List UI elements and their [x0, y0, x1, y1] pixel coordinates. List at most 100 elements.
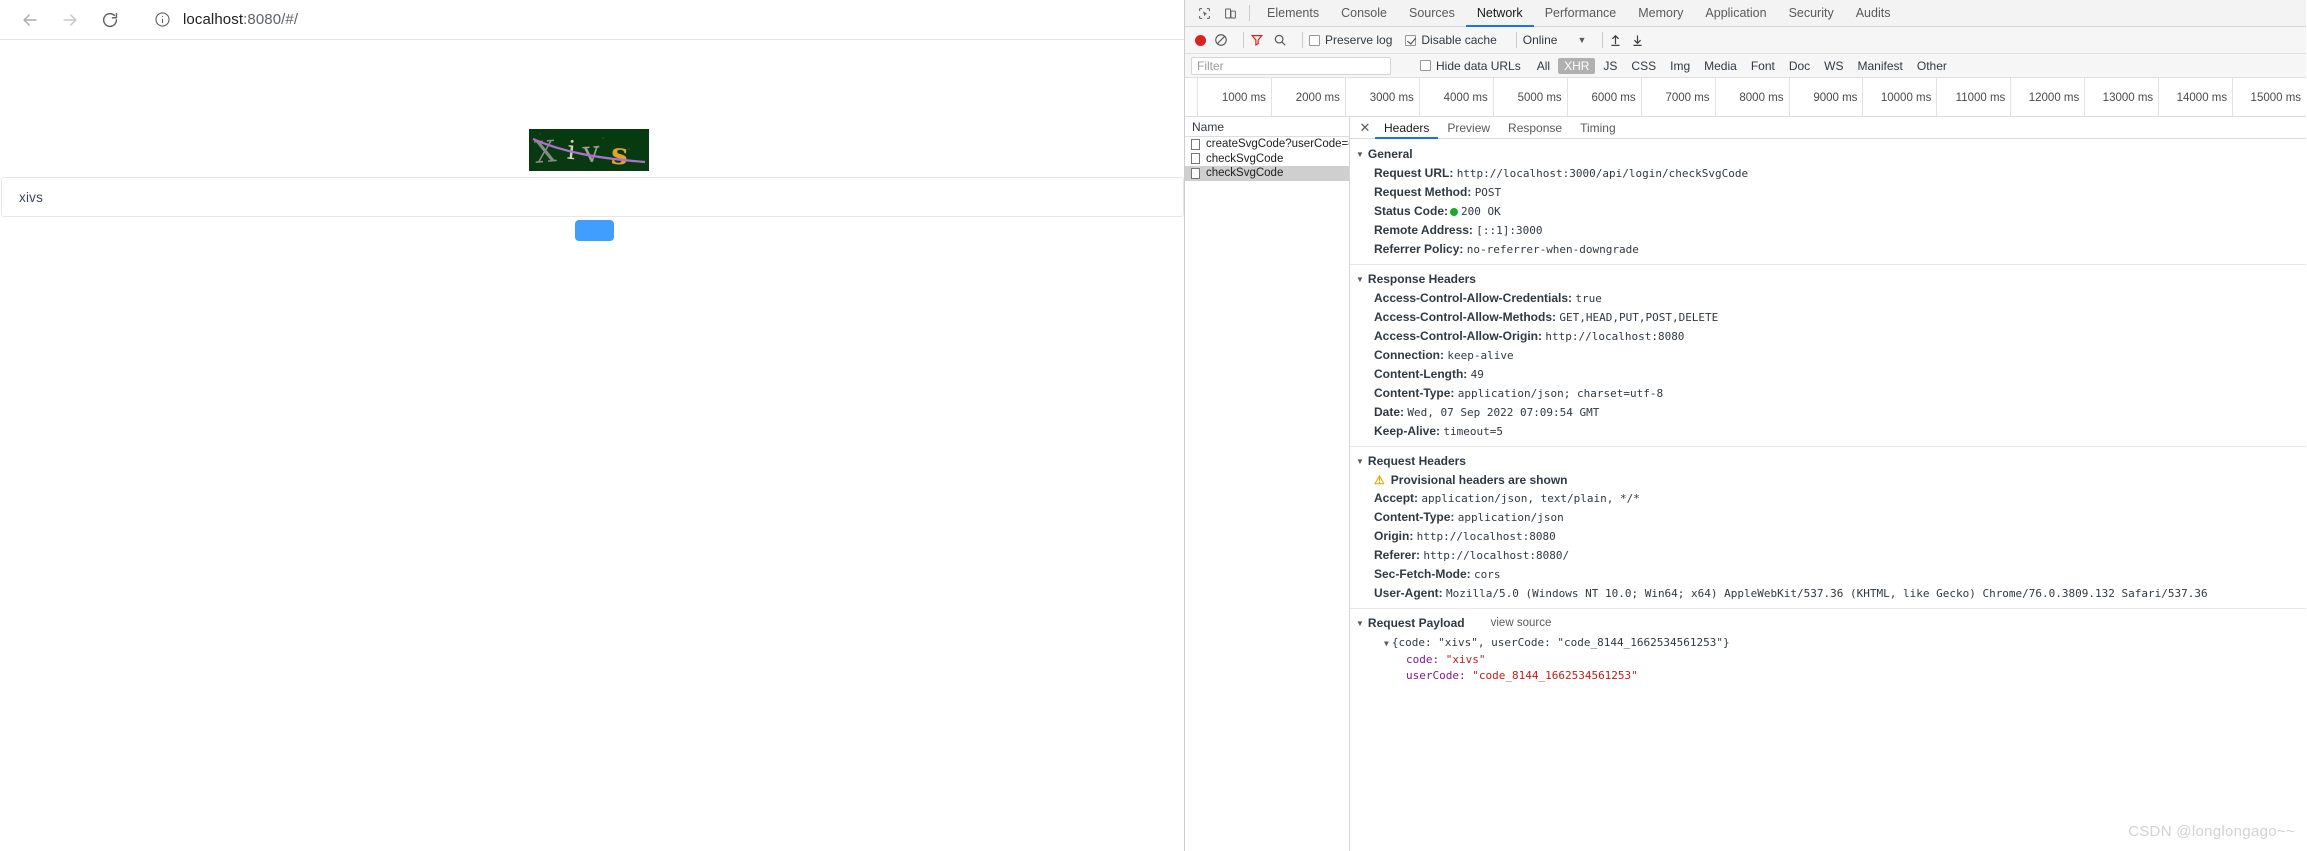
toolbar-divider [1243, 32, 1244, 48]
captcha-code-input-value: xivs [19, 189, 44, 205]
section-response-headers-header[interactable]: ▼ Response Headers [1350, 270, 2306, 289]
close-icon[interactable]: ✕ [1355, 120, 1375, 136]
filter-type-all[interactable]: All [1531, 58, 1556, 74]
devtools-tab-memory[interactable]: Memory [1627, 0, 1694, 27]
resp-header-acac: Access-Control-Allow-Credentials: true [1350, 289, 2306, 308]
reload-icon[interactable] [90, 5, 130, 35]
captcha-image[interactable]: X i v s [529, 129, 649, 171]
search-icon[interactable] [1273, 33, 1287, 47]
request-row-check-svg-code-2[interactable]: checkSvgCode [1185, 166, 1349, 181]
timeline-tick: 6000 ms [1566, 78, 1641, 116]
filter-type-other[interactable]: Other [1911, 58, 1953, 74]
detail-tab-response[interactable]: Response [1499, 117, 1571, 139]
kv-value: application/json, text/plain, */* [1421, 492, 1640, 505]
section-request-headers-header[interactable]: ▼ Request Headers [1350, 452, 2306, 471]
devtools-tab-network[interactable]: Network [1466, 0, 1534, 27]
filter-type-ws[interactable]: WS [1818, 58, 1849, 74]
filter-type-doc[interactable]: Doc [1783, 58, 1816, 74]
captcha-code-input[interactable]: xivs [1, 177, 1184, 217]
resp-header-content-length: Content-Length: 49 [1350, 365, 2306, 384]
kv-value: no-referrer-when-downgrade [1466, 243, 1639, 256]
toolbar-divider [1302, 32, 1303, 48]
device-toolbar-icon[interactable] [1217, 1, 1243, 25]
hide-data-urls-label: Hide data URLs [1436, 58, 1521, 73]
devtools-tab-performance[interactable]: Performance [1534, 0, 1628, 27]
network-timeline-ruler: 1000 ms 2000 ms 3000 ms 4000 ms 5000 ms … [1185, 78, 2306, 117]
devtools-tab-audits[interactable]: Audits [1845, 0, 1902, 27]
csdn-watermark: CSDN @longlongago~~ [2128, 823, 2295, 840]
filter-type-js[interactable]: JS [1597, 58, 1623, 74]
throttling-dropdown[interactable]: Online ▼ [1523, 33, 1587, 47]
devtools-tab-security[interactable]: Security [1778, 0, 1845, 27]
timeline-tick-label: 11000 ms [1955, 92, 2006, 104]
submit-button[interactable] [575, 220, 614, 241]
toolbar-divider [1602, 32, 1604, 48]
timeline-tick: 11000 ms [1936, 78, 2010, 116]
filter-input[interactable]: Filter [1191, 56, 1391, 75]
detail-tab-timing[interactable]: Timing [1571, 117, 1625, 139]
request-detail-tabbar: ✕ Headers Preview Response Timing [1350, 117, 2306, 139]
kv-key: Access-Control-Allow-Credentials: [1374, 291, 1573, 305]
resp-header-content-type: Content-Type: application/json; charset=… [1350, 384, 2306, 403]
timeline-tick: 12000 ms [2010, 78, 2084, 116]
filter-funnel-icon[interactable] [1250, 33, 1264, 47]
provisional-headers-warning: ⚠ Provisional headers are shown [1350, 471, 2306, 489]
forward-icon[interactable] [50, 5, 90, 35]
hide-data-urls-checkbox[interactable]: Hide data URLs [1420, 59, 1521, 73]
request-detail-panel: ✕ Headers Preview Response Timing ▼ Gene… [1350, 117, 2306, 851]
clear-icon[interactable] [1214, 33, 1228, 47]
checkbox-box [1405, 34, 1417, 46]
import-har-icon[interactable] [1609, 33, 1622, 47]
back-icon[interactable] [10, 5, 50, 35]
devtools-tab-elements[interactable]: Elements [1256, 0, 1330, 27]
filter-type-xhr[interactable]: XHR [1558, 57, 1596, 74]
disable-cache-checkbox[interactable]: Disable cache [1405, 33, 1497, 47]
timeline-tick-label: 6000 ms [1591, 92, 1636, 104]
devtools-tab-application[interactable]: Application [1694, 0, 1777, 27]
detail-tab-headers[interactable]: Headers [1375, 117, 1438, 139]
inspect-element-icon[interactable] [1191, 1, 1217, 25]
filter-type-media[interactable]: Media [1698, 58, 1743, 74]
section-request-payload-title: Request Payload [1367, 616, 1465, 630]
triangle-down-icon: ▼ [1356, 274, 1364, 284]
document-icon [1191, 167, 1200, 179]
kv-key: User-Agent: [1374, 586, 1443, 600]
throttling-value: Online [1522, 33, 1558, 47]
filter-type-font[interactable]: Font [1745, 58, 1781, 74]
request-list-panel: Name createSvgCode?userCode=code_8144_… … [1185, 117, 1350, 851]
timeline-tick: 9000 ms [1788, 78, 1863, 116]
resp-header-acam: Access-Control-Allow-Methods: GET,HEAD,P… [1350, 308, 2306, 327]
kv-value: timeout=5 [1443, 425, 1503, 438]
payload-summary-row[interactable]: ▼ {code: "xivs", userCode: "code_8144_166… [1384, 635, 2306, 652]
req-header-accept: Accept: application/json, text/plain, */… [1350, 489, 2306, 508]
preserve-log-checkbox[interactable]: Preserve log [1309, 33, 1392, 47]
filter-type-img[interactable]: Img [1664, 58, 1696, 74]
section-divider [1350, 446, 2306, 447]
network-toolbar: Preserve log Disable cache Online ▼ [1185, 27, 2306, 54]
info-circle-icon[interactable] [154, 11, 172, 29]
timeline-tick-label: 4000 ms [1443, 92, 1488, 104]
view-source-link[interactable]: view source [1491, 617, 1552, 629]
kv-value: cors [1474, 568, 1501, 581]
filter-type-manifest[interactable]: Manifest [1852, 58, 1909, 74]
kv-key: Sec-Fetch-Mode: [1374, 567, 1471, 581]
general-referrer-policy: Referrer Policy: no-referrer-when-downgr… [1350, 240, 2306, 259]
address-bar[interactable]: localhost:8080/#/ [140, 5, 1174, 34]
section-general-header[interactable]: ▼ General [1350, 145, 2306, 164]
devtools-tab-sources[interactable]: Sources [1398, 0, 1466, 27]
browser-toolbar: localhost:8080/#/ [0, 0, 1184, 40]
filter-type-css[interactable]: CSS [1625, 58, 1662, 74]
request-row-check-svg-code-1[interactable]: checkSvgCode [1185, 152, 1349, 167]
record-icon[interactable] [1195, 34, 1206, 46]
document-icon [1191, 153, 1200, 165]
section-request-payload-header[interactable]: ▼ Request Payload view source [1350, 614, 2306, 633]
devtools-tab-console[interactable]: Console [1330, 0, 1398, 27]
export-har-icon[interactable] [1631, 33, 1644, 47]
timeline-tick: 4000 ms [1418, 78, 1493, 116]
general-status-code: Status Code: 200 OK [1350, 202, 2306, 221]
detail-tab-preview[interactable]: Preview [1438, 117, 1499, 139]
toolbar-divider [1515, 32, 1517, 48]
request-row-create-svg-code[interactable]: createSvgCode?userCode=code_8144_… [1185, 137, 1349, 152]
request-row-label: checkSvgCode [1206, 167, 1284, 180]
timeline-tick-label: 10000 ms [1880, 92, 1932, 104]
